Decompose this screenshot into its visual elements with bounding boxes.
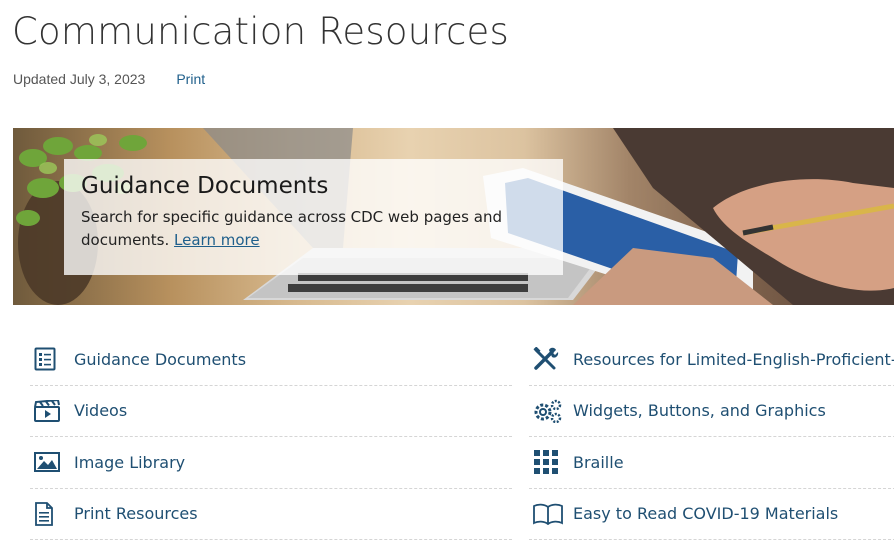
- resource-easy-to-read[interactable]: Easy to Read COVID-19 Materials: [529, 489, 894, 540]
- hero-banner: Guidance Documents Search for specific g…: [13, 128, 894, 305]
- resource-widgets[interactable]: Widgets, Buttons, and Graphics: [529, 386, 894, 437]
- learn-more-link[interactable]: Learn more: [174, 231, 260, 249]
- video-clapper-icon: [34, 398, 66, 424]
- gears-icon: [533, 398, 565, 424]
- resource-limited-english[interactable]: Resources for Limited-English-Proficient…: [529, 334, 894, 386]
- resource-braille[interactable]: Braille: [529, 437, 894, 489]
- resource-label: Guidance Documents: [74, 349, 247, 369]
- document-icon: [34, 501, 66, 527]
- page-title: Communication Resources: [12, 10, 509, 53]
- resource-print-resources[interactable]: Print Resources: [30, 489, 512, 540]
- page-meta: Updated July 3, 2023 Print: [13, 71, 205, 87]
- hero-text-panel: Guidance Documents Search for specific g…: [64, 159, 563, 275]
- resource-list-left: Guidance Documents Videos Image Library: [30, 334, 512, 540]
- hero-text: Search for specific guidance across CDC …: [81, 208, 502, 249]
- hero-description: Search for specific guidance across CDC …: [81, 206, 551, 252]
- resource-label: Image Library: [74, 452, 186, 472]
- resource-label: Braille: [573, 452, 624, 472]
- resource-label: Videos: [74, 401, 128, 421]
- resource-videos[interactable]: Videos: [30, 386, 512, 437]
- print-link[interactable]: Print: [176, 71, 205, 87]
- resource-image-library[interactable]: Image Library: [30, 437, 512, 489]
- open-book-icon: [533, 501, 565, 527]
- resource-label: Easy to Read COVID-19 Materials: [573, 504, 839, 524]
- resource-label: Widgets, Buttons, and Graphics: [573, 401, 826, 421]
- checklist-icon: [34, 346, 66, 372]
- resource-label: Print Resources: [74, 504, 198, 524]
- hero-title: Guidance Documents: [81, 173, 329, 199]
- resource-label: Resources for Limited-English-Proficient…: [573, 349, 894, 369]
- grid-dots-icon: [533, 449, 565, 475]
- updated-date: Updated July 3, 2023: [13, 71, 146, 87]
- tools-icon: [533, 346, 565, 372]
- resource-guidance-documents[interactable]: Guidance Documents: [30, 334, 512, 386]
- resource-list-right: Resources for Limited-English-Proficient…: [529, 334, 894, 540]
- image-icon: [34, 449, 66, 475]
